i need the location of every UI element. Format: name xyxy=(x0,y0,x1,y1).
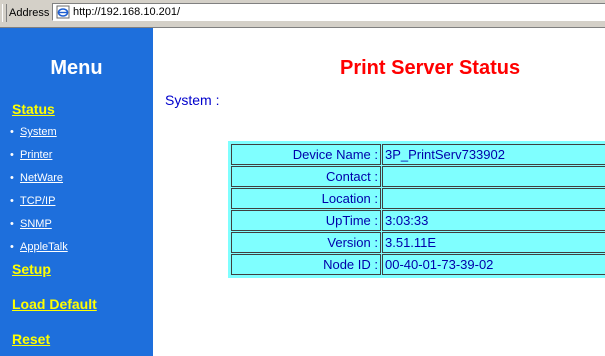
menu-title: Menu xyxy=(50,57,103,79)
table-row: Version : 3.51.11E xyxy=(231,232,605,253)
menu-load-default-link[interactable]: Load Default xyxy=(12,296,97,312)
table-row: Location : xyxy=(231,188,605,209)
status-table: Device Name : 3P_PrintServ733902 Contact… xyxy=(228,141,605,278)
row-value: 3P_PrintServ733902 xyxy=(382,144,605,165)
table-row: UpTime : 3:03:33 xyxy=(231,210,605,231)
menu-item-label[interactable]: SNMP xyxy=(20,218,52,230)
bullet-icon: • xyxy=(10,218,14,230)
row-value: 3:03:33 xyxy=(382,210,605,231)
menu-status-link[interactable]: Status xyxy=(12,101,55,117)
page-title: Print Server Status xyxy=(340,57,521,79)
menu-item-snmp[interactable]: • SNMP xyxy=(10,218,52,230)
row-value: 3.51.11E xyxy=(382,232,605,253)
menu-item-tcpip[interactable]: • TCP/IP xyxy=(10,195,55,207)
menu-item-netware[interactable]: • NetWare xyxy=(10,172,63,184)
menu-item-printer[interactable]: • Printer xyxy=(10,149,52,161)
row-value xyxy=(382,166,605,187)
row-label: UpTime : xyxy=(231,210,381,231)
menu-item-label[interactable]: Printer xyxy=(20,149,52,161)
bullet-icon: • xyxy=(10,172,14,184)
table-row: Node ID : 00-40-01-73-39-02 xyxy=(231,254,605,275)
menu-reset-link[interactable]: Reset xyxy=(12,331,50,347)
toolbar-grip[interactable] xyxy=(2,4,7,22)
address-bar: Address http://192.168.10.201/ xyxy=(0,0,605,28)
menu-item-label[interactable]: AppleTalk xyxy=(20,241,68,253)
row-label: Node ID : xyxy=(231,254,381,275)
row-label: Location : xyxy=(231,188,381,209)
row-value: 00-40-01-73-39-02 xyxy=(382,254,605,275)
section-title: System : xyxy=(165,92,220,108)
row-label: Device Name : xyxy=(231,144,381,165)
table-row: Device Name : 3P_PrintServ733902 xyxy=(231,144,605,165)
menu-item-label[interactable]: System xyxy=(20,126,57,138)
menu-item-appletalk[interactable]: • AppleTalk xyxy=(10,241,68,253)
menu-item-label[interactable]: NetWare xyxy=(20,172,63,184)
row-label: Contact : xyxy=(231,166,381,187)
menu-item-system[interactable]: • System xyxy=(10,126,57,138)
table-row: Contact : xyxy=(231,166,605,187)
ie-page-icon xyxy=(56,5,70,19)
menu-setup-link[interactable]: Setup xyxy=(12,261,51,277)
bullet-icon: • xyxy=(10,126,14,138)
address-url: http://192.168.10.201/ xyxy=(73,6,181,18)
row-value xyxy=(382,188,605,209)
bullet-icon: • xyxy=(10,149,14,161)
menu-item-label[interactable]: TCP/IP xyxy=(20,195,55,207)
bullet-icon: • xyxy=(10,241,14,253)
row-label: Version : xyxy=(231,232,381,253)
bullet-icon: • xyxy=(10,195,14,207)
address-input[interactable]: http://192.168.10.201/ xyxy=(52,3,605,21)
address-label: Address xyxy=(9,7,50,19)
